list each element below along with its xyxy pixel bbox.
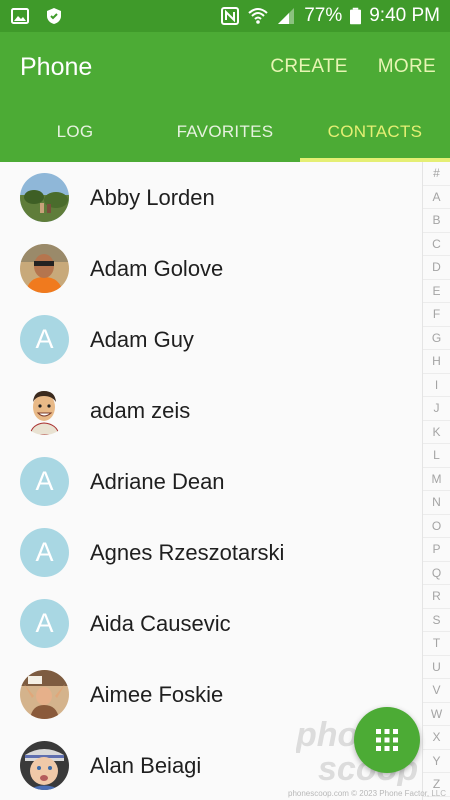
- index-letter[interactable]: E: [423, 280, 450, 303]
- index-letter[interactable]: R: [423, 585, 450, 609]
- index-letter[interactable]: I: [423, 374, 450, 397]
- contact-name: Aida Causevic: [90, 610, 231, 636]
- alphabet-index-scroller[interactable]: # A B C D E F G H I J K L M N O P Q R S …: [422, 162, 450, 800]
- contact-row[interactable]: A Adam Guy: [0, 304, 422, 375]
- avatar: [20, 173, 69, 222]
- contact-row[interactable]: Adam Golove: [0, 233, 422, 304]
- battery-icon: [350, 7, 362, 25]
- index-letter[interactable]: X: [423, 726, 450, 750]
- contact-name: Adam Golove: [90, 255, 224, 281]
- dialpad-icon: [376, 729, 398, 751]
- app-bar: Phone CREATE MORE: [0, 32, 450, 102]
- watermark-credit: phonescoop.com © 2023 Phone Factor, LLC: [288, 789, 446, 798]
- person-photo-icon: [20, 244, 69, 293]
- contact-row[interactable]: A Aida Causevic: [0, 588, 422, 659]
- index-letter[interactable]: J: [423, 397, 450, 421]
- index-letter[interactable]: B: [423, 209, 450, 233]
- status-bar: 77% 9:40 PM: [0, 0, 450, 32]
- index-letter[interactable]: O: [423, 515, 450, 538]
- contact-name: Aimee Foskie: [90, 681, 224, 707]
- child-photo-icon: [20, 741, 69, 790]
- contact-name: Agnes Rzeszotarski: [90, 539, 285, 565]
- index-letter[interactable]: S: [423, 609, 450, 632]
- contact-name: Abby Lorden: [90, 184, 215, 210]
- avatar: [20, 244, 69, 293]
- index-letter[interactable]: K: [423, 421, 450, 444]
- index-letter[interactable]: #: [423, 162, 450, 186]
- index-letter[interactable]: L: [423, 444, 450, 468]
- create-button[interactable]: CREATE: [270, 56, 347, 78]
- index-letter[interactable]: H: [423, 350, 450, 374]
- index-letter[interactable]: V: [423, 679, 450, 703]
- page-title: Phone: [20, 52, 93, 81]
- avatar: [20, 741, 69, 790]
- contact-name: Adriane Dean: [90, 468, 225, 494]
- avatar: [20, 670, 69, 719]
- cartoon-avatar-icon: [29, 391, 60, 435]
- index-letter[interactable]: D: [423, 256, 450, 280]
- contact-name: adam zeis: [90, 397, 191, 423]
- index-letter[interactable]: Q: [423, 562, 450, 585]
- avatar: A: [20, 315, 69, 364]
- contact-name: Alan Beiagi: [90, 752, 202, 778]
- contact-list[interactable]: Abby Lorden Adam Golove A Adam Guy adam …: [0, 162, 422, 800]
- index-letter[interactable]: W: [423, 703, 450, 726]
- avatar: [20, 386, 69, 435]
- battery-percent: 77%: [304, 5, 343, 26]
- avatar: A: [20, 457, 69, 506]
- index-letter[interactable]: F: [423, 303, 450, 327]
- avatar: A: [20, 528, 69, 577]
- contact-row[interactable]: adam zeis: [0, 375, 422, 446]
- index-letter[interactable]: M: [423, 468, 450, 491]
- index-letter[interactable]: P: [423, 538, 450, 562]
- tab-favorites[interactable]: FAVORITES: [150, 102, 300, 162]
- landscape-photo-icon: [20, 173, 69, 222]
- contact-row[interactable]: Abby Lorden: [0, 162, 422, 233]
- more-button[interactable]: MORE: [378, 56, 436, 78]
- dialpad-button[interactable]: [354, 707, 420, 773]
- tab-bar: LOG FAVORITES CONTACTS: [0, 102, 450, 162]
- shield-icon: [47, 8, 61, 24]
- index-letter[interactable]: U: [423, 656, 450, 679]
- contact-row[interactable]: A Agnes Rzeszotarski: [0, 517, 422, 588]
- tab-log[interactable]: LOG: [0, 102, 150, 162]
- gallery-icon: [11, 8, 29, 24]
- index-letter[interactable]: T: [423, 632, 450, 656]
- index-letter[interactable]: N: [423, 491, 450, 515]
- index-letter[interactable]: G: [423, 327, 450, 350]
- phone-app-screen: 77% 9:40 PM Phone CREATE MORE LOG FAVORI…: [0, 0, 450, 800]
- contact-row[interactable]: A Adriane Dean: [0, 446, 422, 517]
- person-photo-icon: [20, 670, 69, 719]
- wifi-icon: [248, 8, 268, 24]
- clock: 9:40 PM: [369, 5, 440, 26]
- index-letter[interactable]: C: [423, 233, 450, 256]
- tab-contacts[interactable]: CONTACTS: [300, 102, 450, 162]
- avatar: A: [20, 599, 69, 648]
- contact-name: Adam Guy: [90, 326, 194, 352]
- index-letter[interactable]: Y: [423, 750, 450, 773]
- signal-icon: [278, 8, 295, 24]
- nfc-icon: [221, 7, 240, 25]
- index-letter[interactable]: A: [423, 186, 450, 209]
